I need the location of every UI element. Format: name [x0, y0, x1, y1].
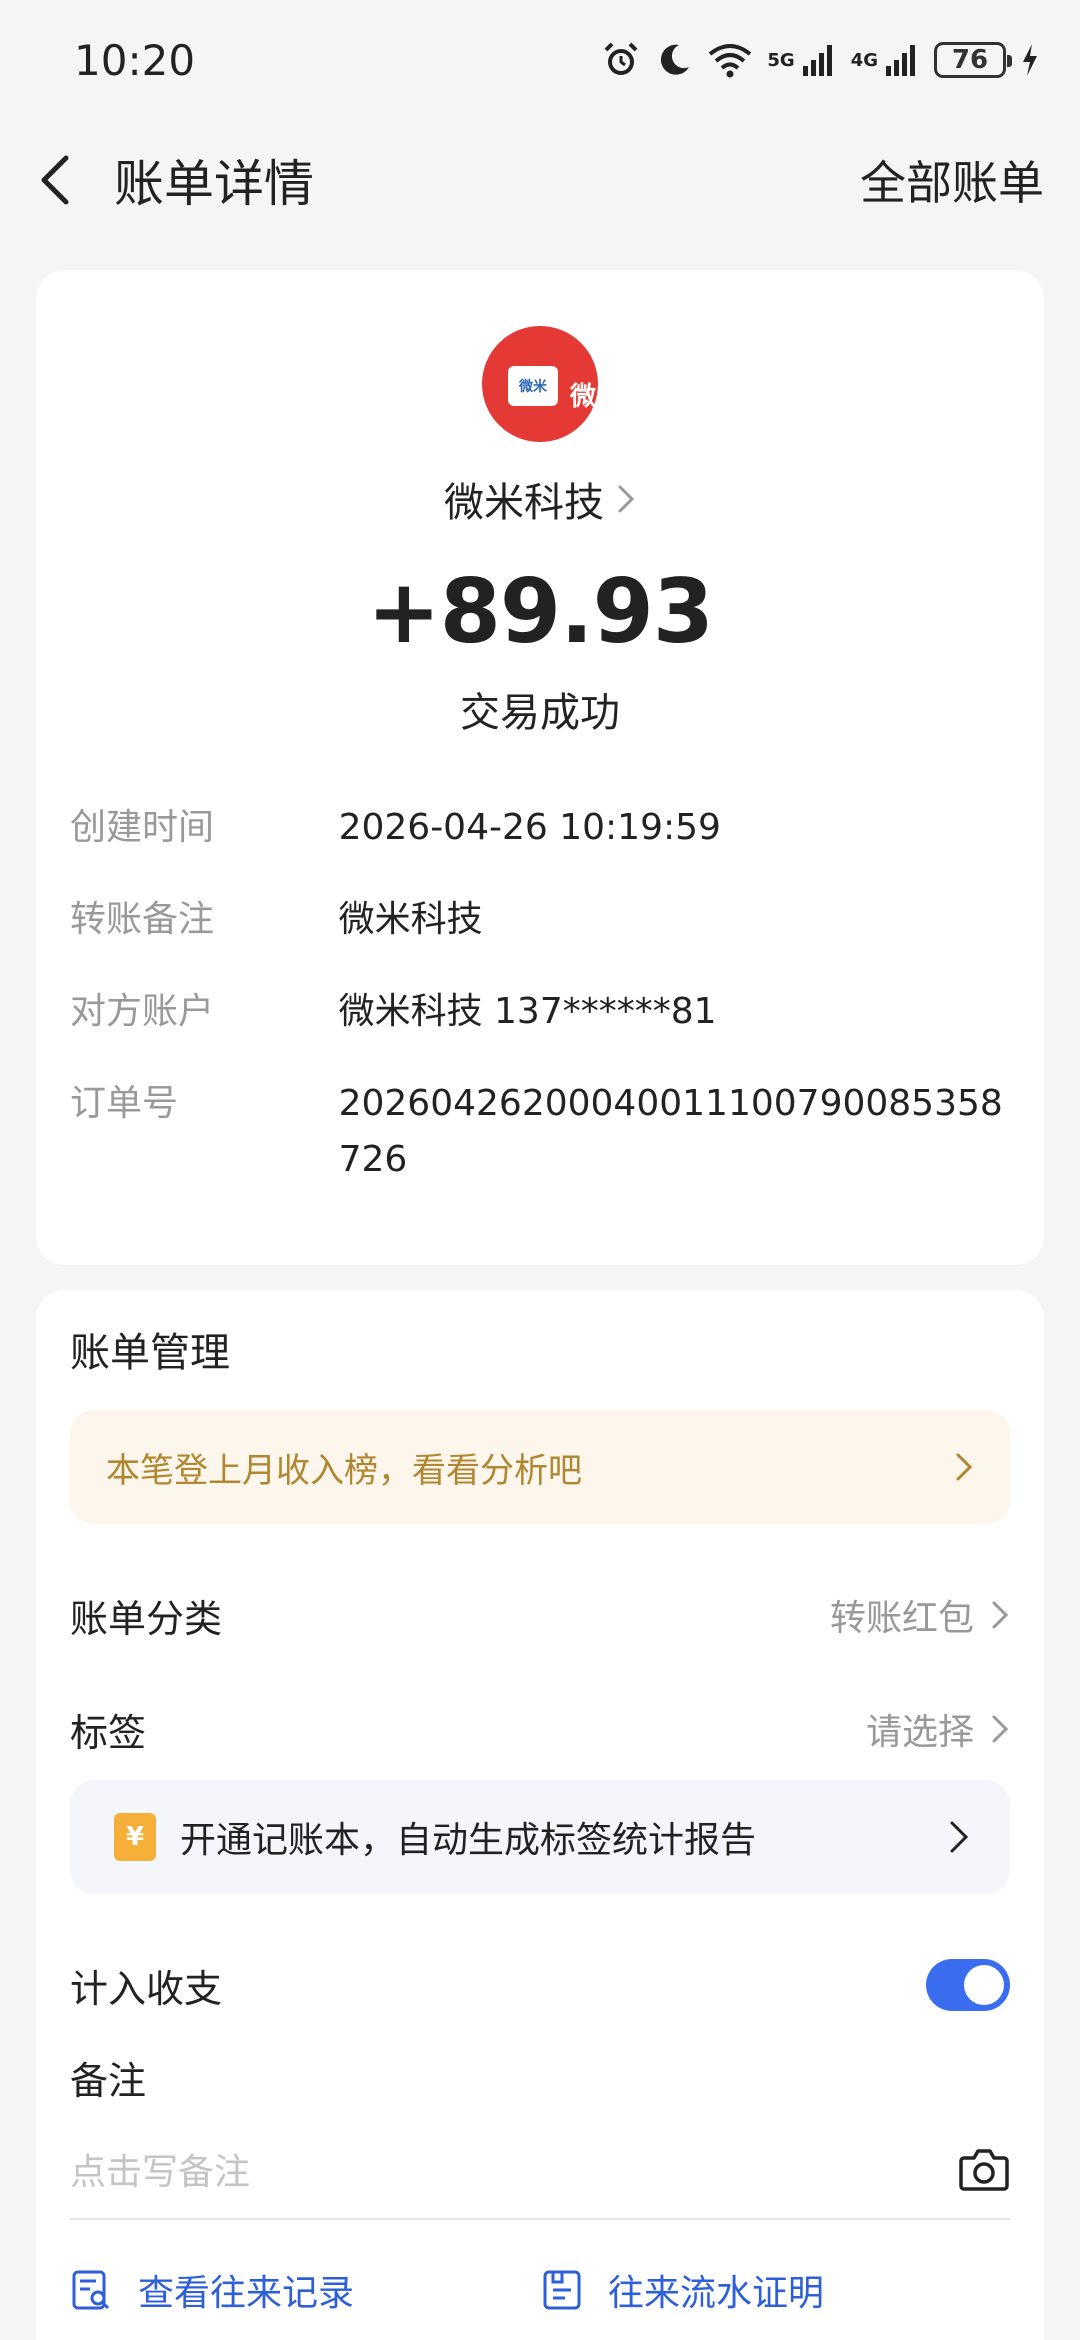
logo-badge-text: 微米: [519, 379, 547, 395]
detail-row-counterparty: 对方账户 微米科技 137******81: [70, 984, 1010, 1040]
include-label: 计入收支: [70, 1966, 223, 2011]
nav-bar: 账单详情 全部账单: [0, 130, 1080, 230]
camera-icon[interactable]: [958, 2146, 1010, 2192]
order-number-value[interactable]: 20260426200040011100790085358726: [339, 1076, 1010, 1188]
charging-icon: [1023, 44, 1037, 76]
nav-left: 账单详情: [36, 140, 314, 220]
logo-badge: 微米: [508, 366, 558, 406]
detail-value: 2026-04-26 10:19:59: [338, 807, 721, 848]
back-arrow-icon: [41, 155, 69, 205]
category-label: 账单分类: [70, 1596, 223, 1641]
chevron-right-icon: [950, 1821, 969, 1853]
battery-level: 76: [951, 45, 989, 75]
bottom-links: 查看往来记录 往来流水证明: [70, 2250, 1010, 2330]
transaction-proof-link[interactable]: 往来流水证明: [540, 2264, 1010, 2316]
transaction-card: 微米 微 微米科技 +89.93 交易成功 创建时间 2026-04-26 10…: [36, 270, 1044, 1265]
include-toggle[interactable]: [926, 1959, 1010, 2011]
battery-icon: 76: [934, 42, 1012, 78]
alarm-icon: [604, 42, 638, 75]
bill-category-row[interactable]: 账单分类 转账红包: [70, 1570, 1010, 1660]
merchant-name-row[interactable]: 微米科技: [36, 470, 1044, 528]
detail-label: 对方账户: [70, 991, 215, 1032]
bill-management-card: 账单管理 本笔登上月收入榜，看看分析吧 账单分类 转账红包 标签 请选择 ¥ 开…: [36, 1290, 1044, 2340]
view-history-link[interactable]: 查看往来记录: [70, 2264, 540, 2316]
detail-label: 订单号: [70, 1083, 179, 1124]
note-input[interactable]: 点击写备注: [70, 2143, 250, 2195]
wifi-icon: [709, 44, 752, 78]
view-history-text: 查看往来记录: [138, 2273, 355, 2314]
tag-row[interactable]: 标签 请选择: [70, 1684, 1010, 1774]
include-in-stats-row: 计入收支: [70, 1940, 1010, 2030]
chevron-right-icon: [956, 1453, 973, 1481]
section-title: 账单管理: [70, 1330, 230, 1376]
detail-row-order-number: 订单号 20260426200040011100790085358726: [70, 1076, 1010, 1188]
transaction-proof-text: 往来流水证明: [608, 2273, 825, 2314]
detail-value: 微米科技: [338, 899, 483, 940]
logo-side-text: 微: [570, 382, 597, 412]
record-search-icon: [72, 2270, 110, 2310]
income-banner-text: 本笔登上月收入榜，看看分析吧: [106, 1450, 582, 1491]
chevron-right-icon: [992, 1601, 1009, 1629]
detail-label: 创建时间: [70, 807, 215, 848]
tag-label: 标签: [70, 1710, 147, 1755]
detail-row-transfer-note: 转账备注 微米科技: [70, 892, 1010, 948]
detail-label: 转账备注: [70, 899, 215, 940]
merchant-logo[interactable]: 微米 微: [482, 326, 598, 442]
chevron-right-icon: [618, 485, 635, 513]
transaction-amount: +89.93: [366, 560, 714, 663]
moon-icon: [661, 44, 690, 75]
back-button[interactable]: [36, 140, 96, 220]
toggle-knob: [964, 1965, 1004, 2005]
document-icon: [543, 2270, 581, 2310]
status-time: 10:20: [74, 35, 196, 85]
book-banner-text: 开通记账本，自动生成标签统计报告: [180, 1820, 757, 1861]
network-label-5g: 5G: [767, 49, 795, 71]
income-ranking-banner[interactable]: 本笔登上月收入榜，看看分析吧: [70, 1410, 1010, 1524]
page-title: 账单详情: [114, 155, 314, 213]
status-icons: 5G 4G 76: [601, 40, 1040, 80]
network-label-4g: 4G: [850, 49, 878, 71]
merchant-name: 微米科技: [444, 480, 604, 526]
tag-value: 请选择: [865, 1712, 974, 1753]
chevron-right-icon: [992, 1715, 1009, 1743]
tag-value-wrap: 请选择: [866, 1703, 1010, 1755]
category-value-wrap: 转账红包: [830, 1589, 1010, 1641]
open-account-book-banner[interactable]: ¥ 开通记账本，自动生成标签统计报告: [70, 1780, 1010, 1894]
coupon-icon: ¥: [114, 1813, 156, 1861]
status-bar: 10:20 5G 4G 76: [0, 0, 1080, 120]
detail-value: 微米科技 137******81: [338, 991, 717, 1032]
signal-icon: [886, 45, 915, 76]
book-banner-left: ¥ 开通记账本，自动生成标签统计报告: [114, 1811, 756, 1863]
detail-row-created-time: 创建时间 2026-04-26 10:19:59: [70, 800, 1010, 856]
note-label: 备注: [70, 2059, 147, 2103]
category-value: 转账红包: [829, 1598, 974, 1639]
all-bills-link[interactable]: 全部账单: [860, 147, 1044, 213]
signal-icon: [802, 45, 832, 76]
note-input-row[interactable]: 点击写备注: [70, 2120, 1010, 2220]
transaction-status: 交易成功: [460, 690, 620, 736]
